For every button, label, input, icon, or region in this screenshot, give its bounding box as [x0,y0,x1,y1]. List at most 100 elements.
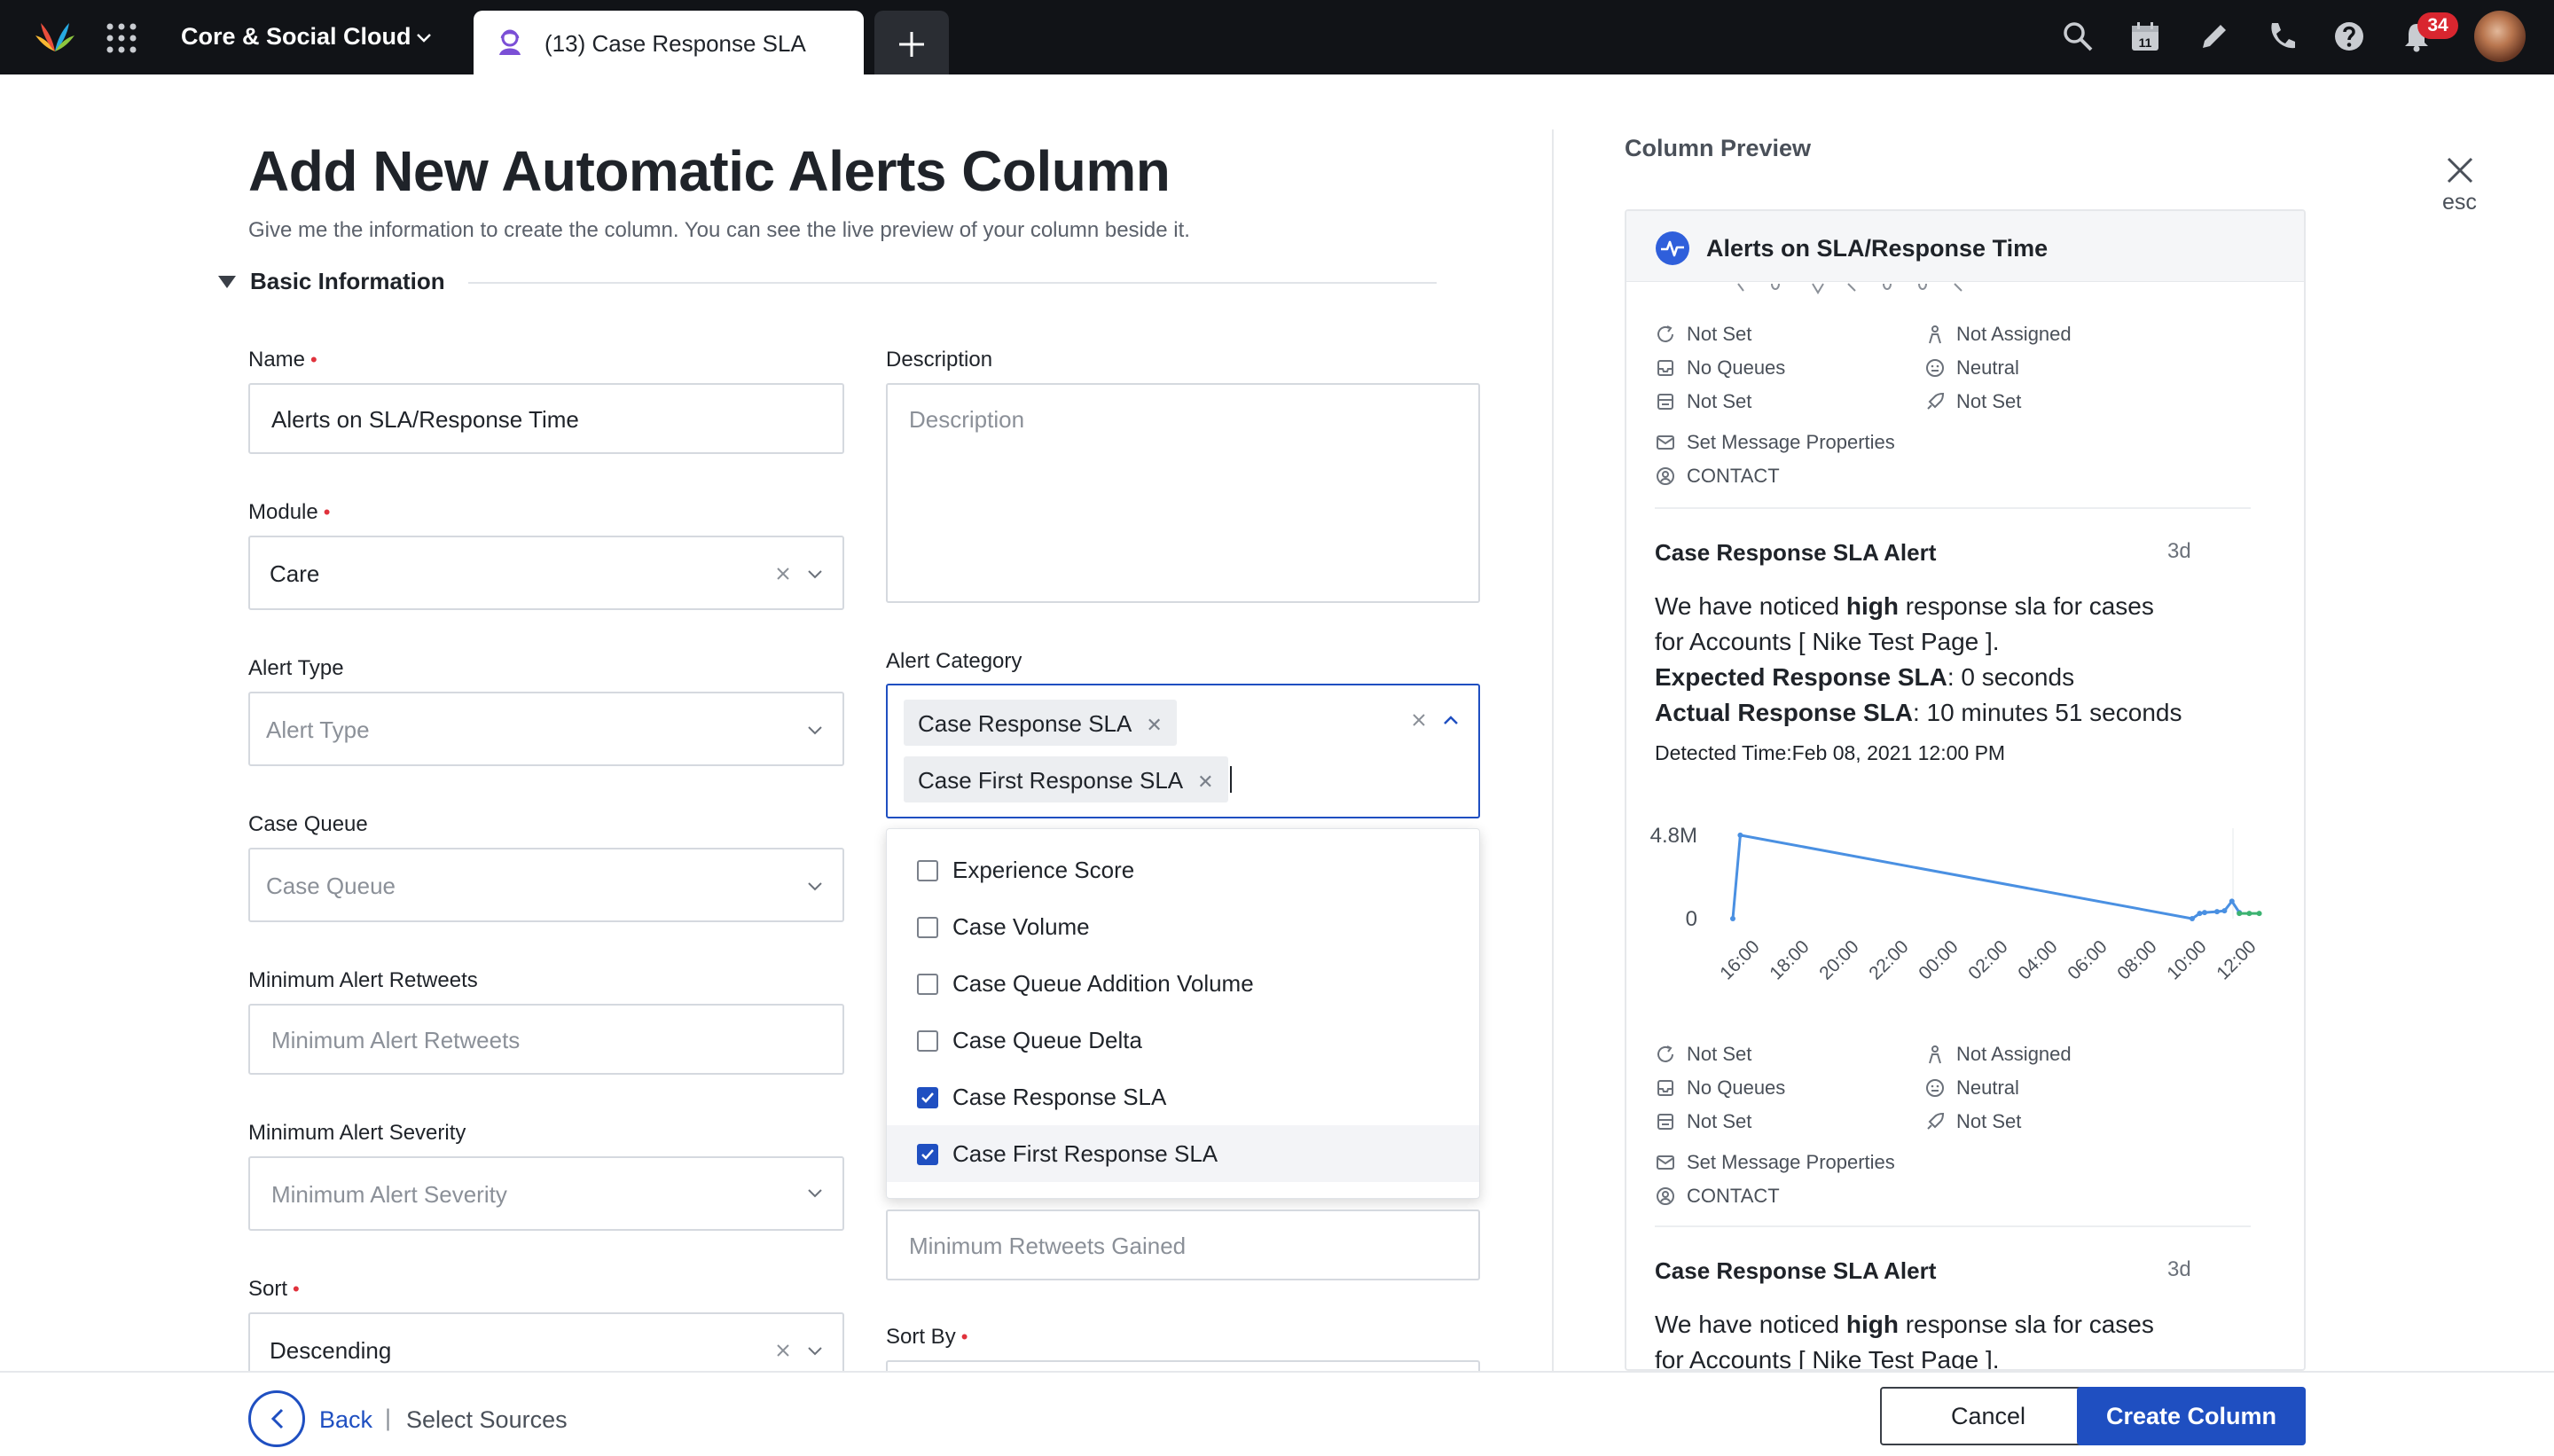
chevron-down-icon[interactable] [805,564,825,583]
calendar-day: 11 [2139,35,2152,50]
notification-badge: 34 [2417,12,2458,39]
phone-icon[interactable] [2265,20,2299,53]
description-textarea[interactable]: Description [886,383,1480,603]
neutral-face-icon [1926,1079,1944,1097]
chevron-down-icon[interactable] [413,27,435,48]
check-icon [921,1092,934,1103]
option-experience-score[interactable]: Experience Score [887,842,1479,898]
x-tick-label: 06:00 [2064,936,2111,983]
option-case-queue-addition-volume[interactable]: Case Queue Addition Volume [887,955,1479,1012]
user-avatar[interactable] [2474,11,2526,62]
calendar-icon[interactable]: 11 [2128,20,2162,53]
x-tick-label: 20:00 [1815,936,1862,983]
x-tick-label: 18:00 [1766,936,1813,983]
pencil-icon[interactable] [2198,20,2231,53]
close-icon[interactable] [2444,154,2476,186]
alert-body: We have noticed high response sla for ca… [1655,592,2182,726]
clear-icon[interactable] [1409,710,1429,730]
mail-icon [1657,1155,1674,1170]
tab-label: (13) Case Response SLA [544,30,806,57]
min-severity-select[interactable]: Minimum Alert Severity [248,1156,844,1231]
x-tick-label: 02:00 [1964,936,2011,983]
sort-label: Sort • [248,1277,300,1301]
sprinklr-logo[interactable] [32,16,78,59]
y-tick-label: 4.8M [1650,824,1697,848]
chevron-down-icon[interactable] [805,1183,825,1202]
agent-icon [499,29,521,55]
remove-chip-icon[interactable]: ✕ [1197,771,1213,794]
remove-chip-icon[interactable]: ✕ [1146,714,1162,737]
alert-type-label: Alert Type [248,656,344,680]
search-icon[interactable] [2061,20,2095,53]
option-case-response-sla[interactable]: Case Response SLA [887,1069,1479,1125]
chip-case-first-response-sla: Case First Response SLA ✕ [904,756,1228,802]
module-select[interactable]: Care [248,536,844,610]
alert-line-chart: 4.8M 0 16:00 18:00 20:00 22:00 00:00 02:00 04:00… [1650,824,2262,984]
chevron-down-icon[interactable] [805,876,825,896]
sort-by-label: Sort By • [886,1325,968,1349]
min-retweets-gained-placeholder: Minimum Retweets Gained [909,1233,1187,1259]
x-tick-label: 08:00 [2113,936,2160,983]
clear-icon[interactable] [773,564,793,583]
data-point [1730,916,1735,921]
cancel-button[interactable]: Cancel [1880,1387,2096,1445]
option-case-queue-delta[interactable]: Case Queue Delta [887,1012,1479,1069]
checkbox[interactable] [917,1030,938,1052]
alert-type-select[interactable]: Alert Type [248,692,844,766]
chevron-up-icon[interactable] [1441,710,1461,730]
x-tick-label: 10:00 [2163,936,2210,983]
checkbox[interactable] [917,917,938,938]
create-column-button[interactable]: Create Column [2077,1387,2306,1445]
chevron-down-icon[interactable] [805,1341,825,1360]
case-queue-select[interactable]: Case Queue [248,848,844,922]
module-label: Module • [248,500,331,524]
section-title[interactable]: Basic Information [250,268,445,295]
data-point [2197,911,2203,917]
min-severity-label: Minimum Alert Severity [248,1121,466,1145]
user-circle-icon [1657,467,1674,485]
description-placeholder: Description [909,406,1025,433]
new-tab-button[interactable] [874,11,949,74]
back-link[interactable]: Back [319,1406,372,1434]
alert-type-placeholder: Alert Type [266,716,370,743]
help-icon[interactable] [2332,20,2366,53]
description-label: Description [886,348,993,372]
required-mark: • [960,1326,968,1348]
checkbox-checked[interactable] [917,1144,938,1165]
data-point [2256,911,2262,917]
tab-case-response-sla[interactable]: (13) Case Response SLA [474,11,864,74]
x-tick-label: 22:00 [1865,936,1912,983]
neutral-face-icon [1926,359,1944,377]
min-retweets-placeholder: Minimum Alert Retweets [271,1027,521,1053]
option-case-volume[interactable]: Case Volume [887,898,1479,955]
name-input[interactable]: Alerts on SLA/Response Time [248,383,844,454]
alert-age: 3d [2167,1257,2191,1281]
caret-down-icon[interactable] [216,273,238,291]
page-subtitle: Give me the information to create the co… [248,218,1190,242]
pulse-icon [1656,231,1689,265]
app-grid-icon[interactable] [105,21,138,55]
x-tick-label: 00:00 [1915,936,1962,983]
min-retweets-gained-input[interactable]: Minimum Retweets Gained [886,1209,1480,1280]
x-tick-label: 04:00 [2014,936,2061,983]
checkbox[interactable] [917,860,938,881]
option-case-first-response-sla[interactable]: Case First Response SLA [887,1125,1479,1182]
min-retweets-input[interactable]: Minimum Alert Retweets [248,1004,844,1075]
alert-title: Case Response SLA Alert [1655,1257,1937,1284]
alert-category-multiselect[interactable]: Case Response SLA ✕ Case First Response S… [886,684,1480,818]
workspace-switcher[interactable]: Core & Social Cloud [181,23,411,51]
inbox-icon [1657,1080,1673,1096]
chevron-down-icon[interactable] [805,720,825,740]
mail-icon [1657,435,1674,450]
min-retweets-label: Minimum Alert Retweets [248,968,478,992]
checkbox-checked[interactable] [917,1087,938,1108]
option-label: Case Queue Addition Volume [952,970,1254,997]
clear-icon[interactable] [773,1341,793,1360]
data-point [2190,916,2195,921]
back-button[interactable] [248,1390,305,1447]
rocket-icon [1927,1112,1945,1130]
alert-body: We have noticed high response sla for ca… [1655,1311,2154,1371]
case-queue-label: Case Queue [248,812,368,836]
checkbox[interactable] [917,974,938,995]
detected-time: Detected Time:Feb 08, 2021 12:00 PM [1655,741,2006,764]
